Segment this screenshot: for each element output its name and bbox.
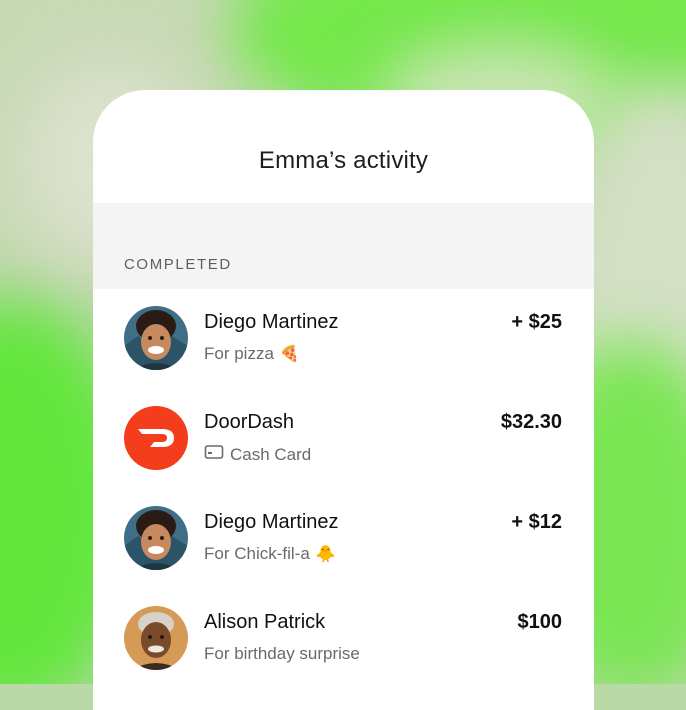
activity-row[interactable]: DoorDash Cash Card $32.30 [93, 389, 594, 489]
avatar [124, 306, 188, 370]
pizza-emoji: 🍕 [279, 346, 300, 363]
doordash-logo-icon [124, 406, 188, 470]
section-header: COMPLETED [93, 203, 594, 289]
card-icon [204, 444, 224, 465]
activity-row[interactable]: Diego Martinez For Chick-fil-a 🐥 + $12 [93, 489, 594, 589]
sender-name: Diego Martinez [204, 511, 339, 533]
merchant-name: DoorDash [204, 411, 295, 433]
activity-row[interactable]: Alison Patrick For birthday surprise $10… [93, 589, 594, 689]
transaction-note: Cash Card [204, 444, 311, 465]
sender-name: Diego Martinez [204, 311, 339, 333]
activity-row[interactable]: Diego Martinez For pizza 🍕 + $25 [93, 289, 594, 389]
avatar [124, 506, 188, 570]
chick-emoji: 🐥 [315, 546, 336, 563]
transaction-note: For birthday surprise [204, 644, 360, 663]
transaction-amount: $100 [517, 611, 563, 633]
phone-screen: Emma’s activity COMPLETED Diego Martinez [93, 90, 594, 710]
transaction-note: For Chick-fil-a 🐥 [204, 544, 336, 563]
transaction-amount: + $12 [511, 511, 562, 533]
transaction-amount: $32.30 [500, 411, 562, 433]
section-label: COMPLETED [124, 256, 232, 273]
screen-header: Emma’s activity [93, 90, 594, 203]
sender-name: Alison Patrick [204, 611, 326, 633]
activity-list: Diego Martinez For pizza 🍕 + $25 DoorDas… [93, 289, 594, 689]
avatar [124, 606, 188, 670]
transaction-amount: + $25 [511, 311, 562, 333]
transaction-note: For pizza 🍕 [204, 344, 300, 363]
page-title: Emma’s activity [258, 146, 429, 174]
